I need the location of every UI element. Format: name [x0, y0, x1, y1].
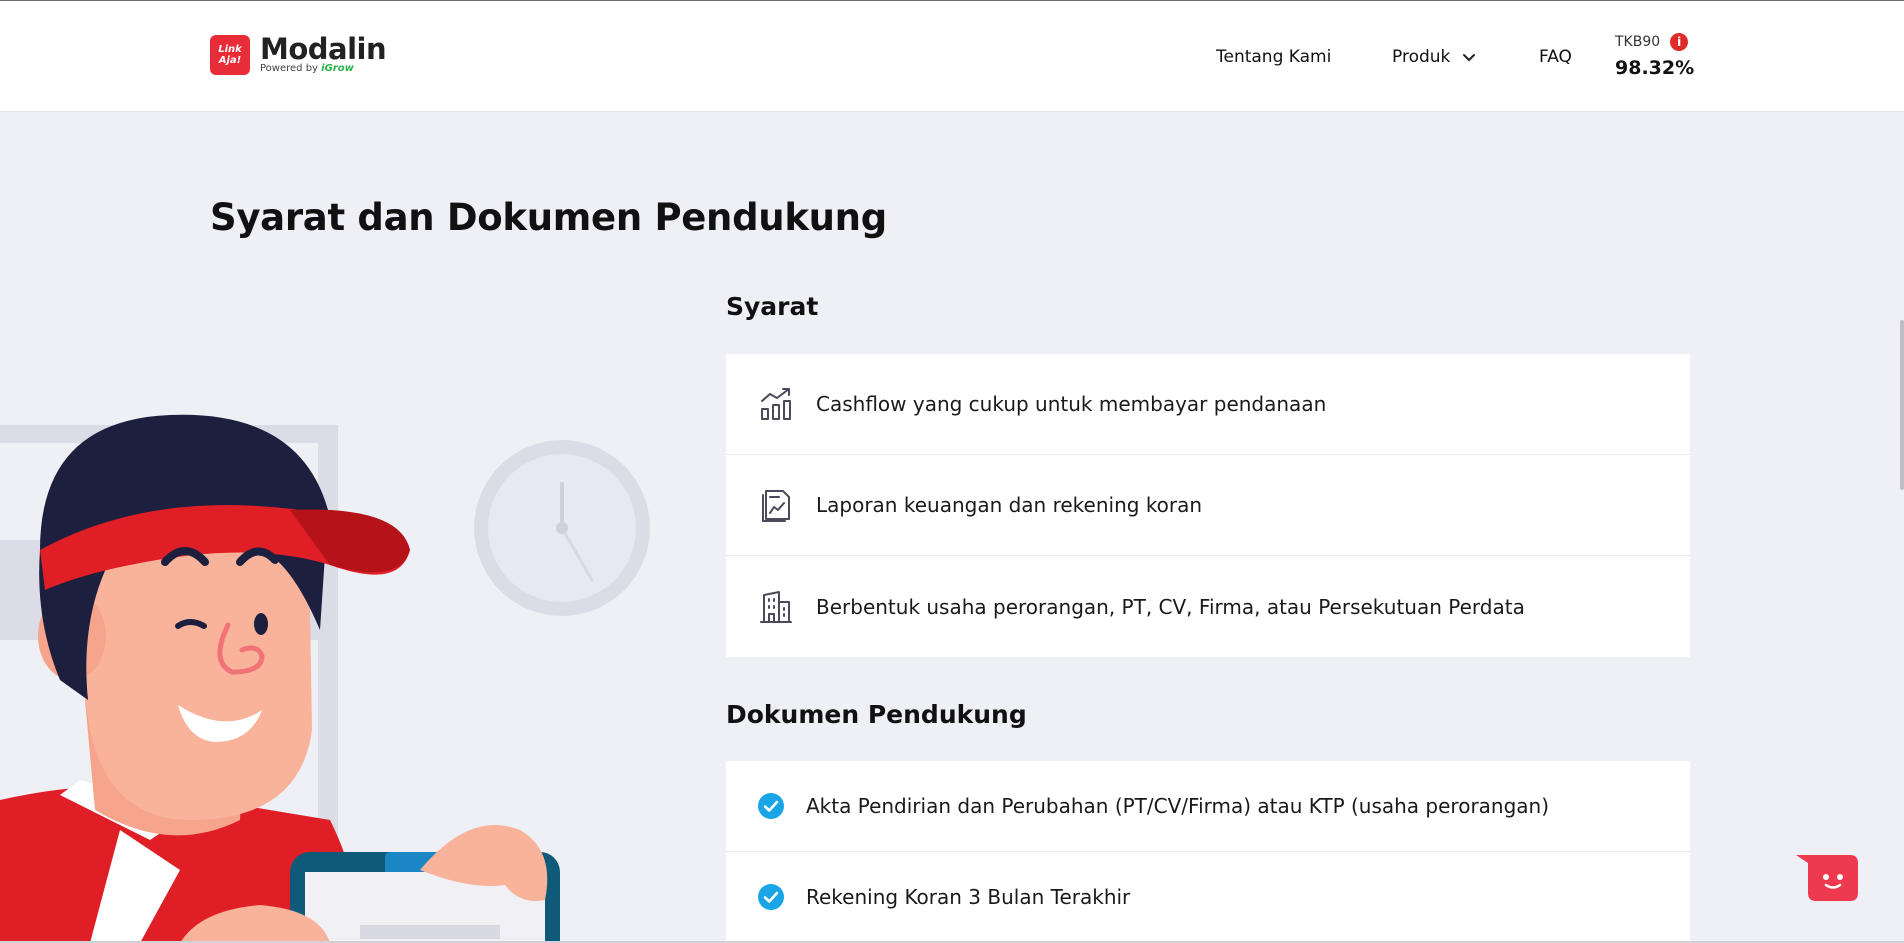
list-item: Cashflow yang cukup untuk membayar penda…	[726, 354, 1690, 455]
syarat-item-text: Cashflow yang cukup untuk membayar penda…	[816, 392, 1327, 416]
linkaja-logo-icon: Link Aja!	[210, 35, 250, 75]
logo[interactable]: Link Aja! Modalin Powered by iGrow	[210, 32, 387, 75]
chevron-down-icon	[1462, 47, 1476, 67]
list-item: Akta Pendirian dan Perubahan (PT/CV/Firm…	[726, 761, 1690, 852]
mascot-illustration	[0, 400, 680, 943]
tkb-value: 98.32%	[1615, 57, 1695, 79]
check-circle-icon	[758, 793, 784, 819]
syarat-title: Syarat	[726, 292, 819, 321]
list-item: Rekening Koran 3 Bulan Terakhir	[726, 852, 1690, 943]
dokumen-list: Akta Pendirian dan Perubahan (PT/CV/Firm…	[726, 761, 1690, 943]
nav-faq[interactable]: FAQ	[1539, 47, 1572, 67]
dokumen-title: Dokumen Pendukung	[726, 700, 1027, 729]
report-document-icon	[759, 488, 793, 522]
dokumen-item-text: Akta Pendirian dan Perubahan (PT/CV/Firm…	[806, 794, 1550, 818]
site-header: Link Aja! Modalin Powered by iGrow Tenta…	[0, 1, 1904, 112]
logo-badge-text: Link Aja!	[218, 44, 242, 66]
page-title: Syarat dan Dokumen Pendukung	[210, 196, 887, 239]
check-circle-icon	[758, 884, 784, 910]
logo-text: Modalin Powered by iGrow	[260, 32, 387, 75]
chat-button[interactable]	[1796, 853, 1858, 901]
list-item: Laporan keuangan dan rekening koran	[726, 455, 1690, 556]
tkb-label-row: TKB90 i	[1615, 33, 1694, 51]
info-icon[interactable]: i	[1670, 33, 1689, 51]
syarat-item-text: Berbentuk usaha perorangan, PT, CV, Firm…	[816, 594, 1525, 619]
scrollbar[interactable]	[1900, 320, 1904, 490]
syarat-item-text: Laporan keuangan dan rekening koran	[816, 493, 1203, 517]
tkb-label: TKB90	[1615, 34, 1661, 50]
powered-brand: iGrow	[321, 63, 354, 74]
chart-growth-icon	[759, 387, 793, 421]
building-icon	[759, 590, 793, 624]
nav-tentang-kami[interactable]: Tentang Kami	[1216, 47, 1331, 67]
dokumen-item-text: Rekening Koran 3 Bulan Terakhir	[806, 885, 1131, 909]
list-item: Berbentuk usaha perorangan, PT, CV, Firm…	[726, 556, 1690, 657]
nav-produk[interactable]: Produk	[1392, 47, 1476, 67]
nav-produk-label: Produk	[1392, 47, 1451, 67]
tkb-indicator: TKB90 i 98.32%	[1615, 33, 1694, 79]
syarat-list: Cashflow yang cukup untuk membayar penda…	[726, 354, 1690, 657]
powered-by-label: Powered by	[260, 63, 318, 74]
logo-name: Modalin	[260, 32, 387, 66]
